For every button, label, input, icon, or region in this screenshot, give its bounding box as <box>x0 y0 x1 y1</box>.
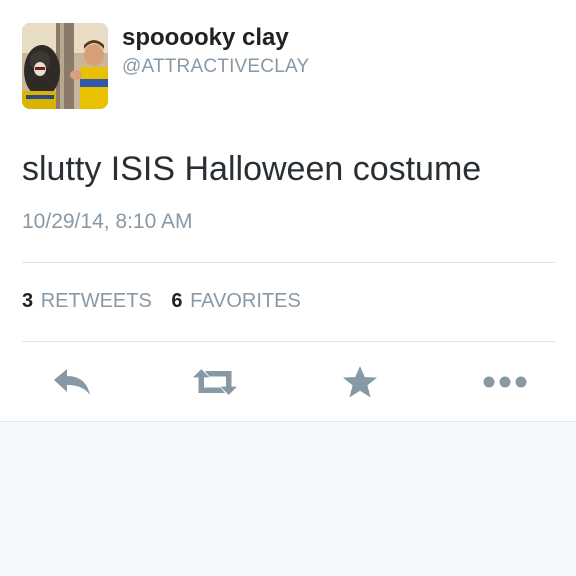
more-button[interactable] <box>483 362 527 402</box>
reply-button[interactable] <box>50 362 94 402</box>
retweets-stat[interactable]: 3 RETWEETS <box>22 290 171 312</box>
avatar[interactable] <box>22 23 108 109</box>
tweet-text: slutty ISIS Halloween costume <box>22 150 482 188</box>
favorites-label: FAVORITES <box>190 290 301 312</box>
display-name[interactable]: spooooky clay <box>122 24 289 52</box>
retweet-icon <box>193 369 237 395</box>
retweet-button[interactable] <box>193 362 237 402</box>
reply-icon <box>54 369 90 395</box>
divider <box>22 341 555 342</box>
tweet-card: spooooky clay @ATTRACTIVECLAY slutty ISI… <box>0 0 576 421</box>
favorites-stat[interactable]: 6 FAVORITES <box>171 290 314 312</box>
tweet-timestamp: 10/29/14, 8:10 AM <box>22 210 193 233</box>
retweets-label: RETWEETS <box>40 290 152 312</box>
avatar-image <box>22 23 108 109</box>
favorites-count: 6 <box>171 290 183 312</box>
more-dots-icon <box>483 376 527 388</box>
background-area <box>0 421 576 576</box>
favorite-button[interactable] <box>338 362 382 402</box>
tweet-stats: 3 RETWEETS 6 FAVORITES <box>22 290 315 313</box>
divider <box>22 262 555 263</box>
user-handle[interactable]: @ATTRACTIVECLAY <box>122 56 309 78</box>
retweets-count: 3 <box>22 290 34 312</box>
star-icon <box>343 366 377 398</box>
